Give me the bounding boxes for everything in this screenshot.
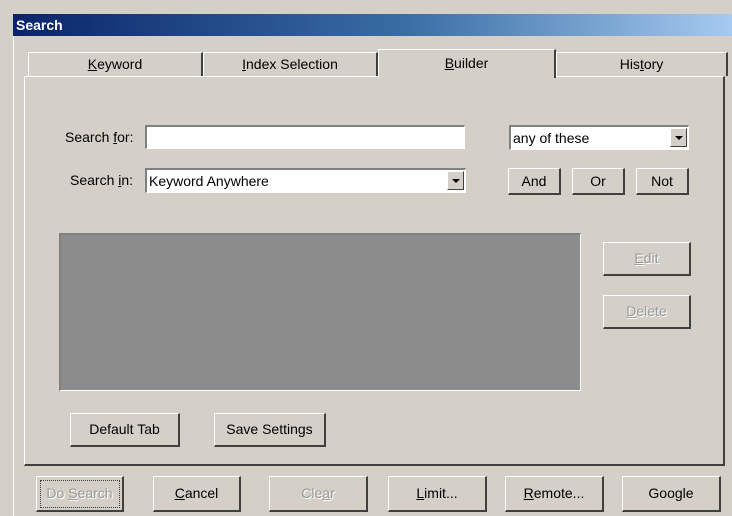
and-button[interactable]: And <box>508 168 561 195</box>
tab-builder-label: Builder <box>444 55 489 71</box>
tab-keyword[interactable]: Keyword <box>28 52 203 76</box>
match-mode-value: any of these <box>513 130 590 146</box>
cancel-button[interactable]: Cancel <box>153 476 241 512</box>
tab-index-selection-label: Index Selection <box>242 56 338 72</box>
search-in-value: Keyword Anywhere <box>149 173 269 189</box>
not-button[interactable]: Not <box>636 168 689 195</box>
remote-button[interactable]: Remote... <box>505 476 604 512</box>
save-settings-button[interactable]: Save Settings <box>214 413 326 447</box>
edit-button-label: Edit <box>634 250 659 266</box>
or-button-label: Or <box>590 173 606 189</box>
tab-history[interactable]: History <box>556 52 728 76</box>
window-title-bar[interactable]: Search <box>13 14 732 36</box>
search-dialog: Keyword Index Selection Builder History … <box>13 36 732 516</box>
search-in-label: Search in: <box>70 172 134 188</box>
do-search-button-label: Do Search <box>46 485 113 501</box>
chevron-down-icon <box>675 136 683 140</box>
tab-index-selection[interactable]: Index Selection <box>203 52 378 76</box>
and-button-label: And <box>521 173 547 189</box>
builder-panel: Search for: any of these Search in: Keyw… <box>24 76 725 466</box>
search-terms-list[interactable] <box>59 233 581 391</box>
limit-button[interactable]: Limit... <box>388 476 487 512</box>
search-for-input[interactable] <box>145 125 465 149</box>
match-mode-select[interactable]: any of these <box>509 125 689 150</box>
search-for-label: Search for: <box>65 129 134 145</box>
chevron-down-icon <box>452 179 460 183</box>
tab-history-label: History <box>619 56 664 72</box>
do-search-button[interactable]: Do Search <box>36 476 124 512</box>
search-in-dropdown-button[interactable] <box>447 171 464 190</box>
delete-button[interactable]: Delete <box>603 295 691 329</box>
tab-keyword-label: Keyword <box>87 56 143 72</box>
save-settings-button-label: Save Settings <box>226 421 313 437</box>
match-mode-dropdown-button[interactable] <box>670 128 687 147</box>
default-tab-button-label: Default Tab <box>89 421 160 437</box>
clear-button[interactable]: Clear <box>269 476 368 512</box>
delete-button-label: Delete <box>626 303 667 319</box>
clear-button-label: Clear <box>301 485 335 501</box>
or-button[interactable]: Or <box>572 168 625 195</box>
google-button[interactable]: Google <box>622 476 721 512</box>
cancel-button-label: Cancel <box>174 485 219 501</box>
window-title: Search <box>16 17 63 33</box>
remote-button-label: Remote... <box>523 485 585 501</box>
search-in-select[interactable]: Keyword Anywhere <box>145 168 466 193</box>
limit-button-label: Limit... <box>416 485 458 501</box>
not-button-label: Not <box>651 173 673 189</box>
tab-builder[interactable]: Builder <box>378 49 556 78</box>
edit-button[interactable]: Edit <box>603 242 691 276</box>
google-button-label: Google <box>648 485 694 501</box>
default-tab-button[interactable]: Default Tab <box>70 413 180 447</box>
